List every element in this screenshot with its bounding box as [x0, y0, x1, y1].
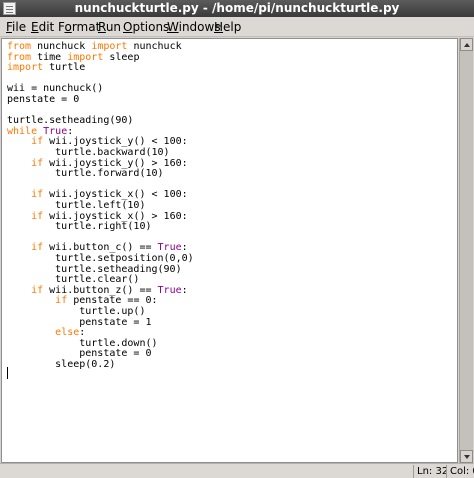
code-text: penstate = 1 [7, 316, 152, 328]
code-text: : [79, 327, 86, 339]
code-text: turtle.left(10) [7, 200, 146, 211]
code-text: : [67, 125, 74, 137]
code-keyword: if [31, 136, 44, 148]
code-line: sleep(0.2) [7, 359, 115, 370]
code-text: wii.joystick_x() < 100: [43, 189, 188, 201]
scroll-down-arrow-icon[interactable] [460, 450, 473, 463]
code-line: if wii.joystick_y() > 160: [7, 158, 188, 169]
code-text: turtle.right(10) [7, 221, 152, 233]
code-line: turtle.down() [7, 337, 158, 349]
code-builtin: True [157, 242, 182, 254]
menu-help[interactable]: Help [212, 17, 243, 37]
code-keyword: if [55, 295, 68, 307]
code-text: turtle.backward(10) [7, 147, 170, 158]
code-keyword: import [91, 41, 128, 52]
code-text: turtle.down() [7, 337, 158, 349]
code-line: if wii.joystick_x() < 100: [7, 189, 188, 200]
code-text: nunchuck [31, 41, 92, 52]
code-line: if wii.joystick_y() < 100: [7, 136, 188, 147]
code-text: turtle.setheading(90) [7, 263, 182, 275]
code-text: : [181, 284, 188, 296]
code-line: penstate = 0 [7, 348, 152, 360]
code-line: from nunchuck import nunchuck [7, 41, 182, 52]
code-line: penstate = 1 [7, 316, 152, 328]
code-text: time [31, 51, 68, 63]
code-line: turtle.forward(10) [7, 168, 164, 180]
code-text: turtle.forward(10) [7, 168, 164, 180]
code-text: penstate == 0: [67, 295, 158, 307]
code-line: turtle.setheading(90) [7, 115, 133, 126]
code-text: nunchuck [127, 41, 182, 52]
code-line: turtle.setposition(0,0) [7, 253, 194, 264]
menu-edit[interactable]: Edit [29, 17, 56, 37]
code-line: import turtle [7, 62, 85, 73]
window-title: nunchuckturtle.py - /home/pi/nunchucktur… [74, 1, 400, 15]
code-builtin: True [43, 125, 68, 137]
idle-editor-window: nunchuckturtle.py - /home/pi/nunchucktur… [0, 0, 474, 478]
code-text: wii.joystick_y() > 160: [43, 157, 188, 169]
code-keyword: if [31, 284, 44, 296]
code-keyword: if [31, 210, 44, 222]
code-line: turtle.left(10) [7, 200, 145, 211]
code-keyword: while [7, 125, 38, 137]
code-line: penstate = 0 [7, 94, 79, 105]
code-keyword: if [31, 242, 44, 254]
code-line: while True: [7, 126, 73, 137]
code-line: from time import sleep [7, 52, 139, 63]
menu-file[interactable]: File [4, 17, 28, 37]
code-keyword: import [67, 51, 104, 63]
vertical-scrollbar[interactable] [459, 38, 473, 463]
code-editor[interactable]: from nunchuck import nunchuck from time i… [1, 38, 458, 463]
code-line: turtle.setheading(90) [7, 263, 182, 275]
code-keyword: import [7, 62, 44, 74]
code-text: : [181, 242, 188, 254]
code-line: else: [7, 327, 85, 338]
code-line: turtle.clear() [7, 274, 139, 285]
code-line: if penstate == 0: [7, 295, 158, 307]
code-builtin: True [157, 284, 182, 296]
code-text: wii.button_z() == [43, 284, 158, 296]
code-keyword: else [55, 327, 80, 339]
code-text: turtle.clear() [7, 274, 140, 286]
code-keyword: from [7, 41, 32, 52]
code-text: wii = nunchuck() [7, 83, 104, 95]
code-text: penstate = 0 [7, 348, 152, 360]
code-line: if wii.joystick_x() > 160: [7, 211, 188, 222]
status-column-number: Col: 0 [446, 465, 474, 478]
code-text: turtle.setposition(0,0) [7, 253, 194, 264]
code-text: wii.joystick_y() < 100: [43, 136, 188, 148]
code-text: sleep [103, 51, 140, 63]
code-line: if wii.button_z() == True: [7, 285, 188, 296]
code-line: if wii.button_c() == True: [7, 242, 188, 253]
code-text: turtle [43, 62, 86, 74]
code-keyword: if [31, 157, 44, 169]
code-line: turtle.right(10) [7, 221, 152, 233]
scroll-up-arrow-icon[interactable] [460, 38, 473, 51]
code-text: turtle.up() [7, 306, 146, 317]
menu-run[interactable]: Run [96, 17, 123, 37]
menu-bar: File Edit Format Run Options Windows Hel… [0, 17, 474, 37]
code-line: turtle.up() [7, 306, 145, 317]
code-keyword: if [31, 189, 44, 201]
code-keyword: from [7, 51, 32, 63]
title-bar[interactable]: nunchuckturtle.py - /home/pi/nunchucktur… [0, 0, 474, 17]
code-text: wii.button_c() == [43, 242, 158, 254]
code-text: turtle.setheading(90) [7, 115, 134, 127]
status-bar: Ln: 32 Col: 0 [0, 463, 474, 478]
code-text: sleep(0.2) [7, 359, 116, 370]
code-text: wii.joystick_x() > 160: [43, 210, 188, 222]
code-line: wii = nunchuck() [7, 83, 103, 94]
menu-options[interactable]: Options [121, 17, 171, 37]
code-line: turtle.backward(10) [7, 147, 170, 158]
code-text: penstate = 0 [7, 94, 80, 105]
status-line-number: Ln: 32 [413, 465, 446, 478]
